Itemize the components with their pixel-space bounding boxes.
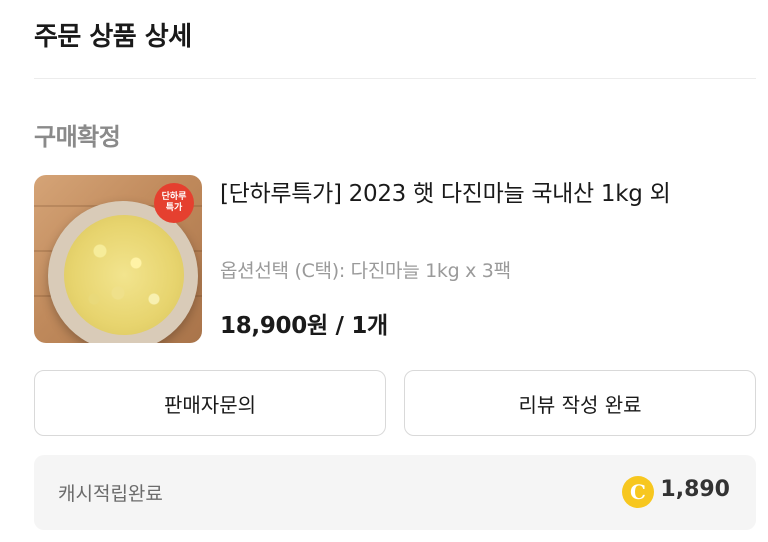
minced-garlic-image: [64, 215, 184, 335]
header-divider: [34, 78, 756, 79]
product-title[interactable]: [단하루특가] 2023 햇 다진마늘 국내산 1kg 외: [220, 176, 740, 212]
order-status-label: 구매확정: [34, 123, 121, 151]
product-option: 옵션선택 (C택): 다진마늘 1kg x 3팩: [220, 260, 511, 282]
seller-inquiry-button[interactable]: 판매자문의: [34, 370, 386, 436]
page-title: 주문 상품 상세: [34, 22, 192, 52]
cashback-panel: 캐시적립완료 C 1,890: [34, 455, 756, 530]
cashback-amount: 1,890: [660, 477, 730, 502]
cash-coin-icon: C: [622, 476, 654, 508]
product-thumbnail[interactable]: 단하루특가: [34, 175, 202, 343]
order-item-detail-page: 주문 상품 상세 구매확정 단하루특가 [단하루특가] 2023 햇 다진마늘 …: [0, 0, 768, 542]
promo-badge: 단하루특가: [154, 183, 194, 223]
review-complete-button[interactable]: 리뷰 작성 완료: [404, 370, 756, 436]
product-price: 18,900원 / 1개: [220, 313, 388, 339]
cashback-label: 캐시적립완료: [58, 483, 163, 505]
